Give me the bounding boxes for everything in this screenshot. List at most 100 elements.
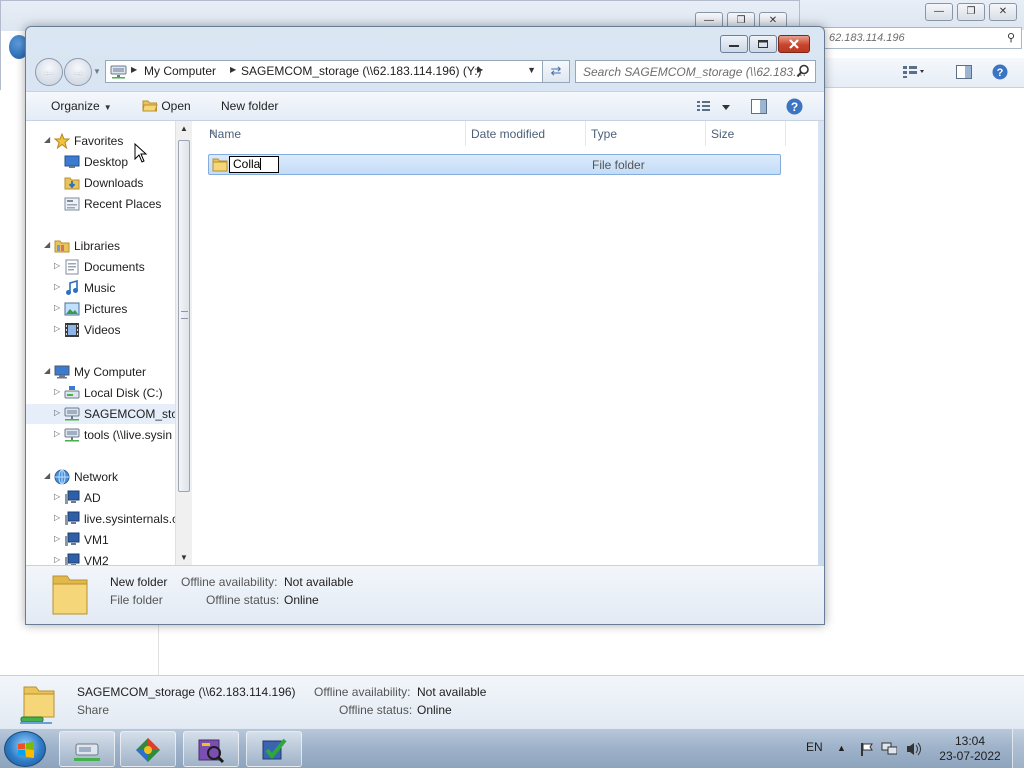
tree-item-vm1[interactable]: ▷ VM1 (26, 530, 176, 550)
show-hidden-icons-icon[interactable]: ▲ (837, 743, 853, 759)
expander-closed-icon[interactable]: ▷ (54, 261, 60, 270)
tree-item-network[interactable]: ◢ Network (26, 467, 176, 487)
background-maximize-button[interactable]: ❐ (957, 3, 985, 21)
tree-item-recent-places[interactable]: Recent Places (26, 194, 176, 214)
taskbar-explorer-button[interactable] (59, 731, 115, 767)
refresh-button[interactable]: ⇄ (543, 60, 570, 83)
taskbar-check-button[interactable] (246, 731, 302, 767)
svg-text:?: ? (997, 67, 1004, 79)
tree-item-documents[interactable]: ▷ Documents (26, 257, 176, 277)
open-button[interactable]: Open (142, 99, 191, 113)
scroll-down-icon[interactable]: ▼ (180, 553, 188, 562)
expander-closed-icon[interactable]: ▷ (54, 387, 60, 396)
network-status-icon[interactable] (881, 741, 897, 757)
maximize-button[interactable] (749, 35, 777, 53)
address-bar[interactable]: ▶ My Computer ▶ SAGEMCOM_storage (\\62.1… (105, 60, 543, 83)
table-row[interactable]: Colla File folder (208, 154, 781, 175)
views-icon[interactable] (696, 100, 734, 117)
expander-closed-icon[interactable]: ▷ (54, 303, 60, 312)
rename-text: Colla (233, 157, 261, 171)
expander-closed-icon[interactable]: ▷ (54, 492, 60, 501)
taskbar-tools-button[interactable] (183, 731, 239, 767)
tree-item-downloads[interactable]: Downloads (26, 173, 176, 193)
tree-item-favorites[interactable]: ◢ Favorites (26, 131, 176, 151)
background-minimize-button[interactable]: — (925, 3, 953, 21)
start-button[interactable] (4, 731, 46, 767)
preview-pane-icon[interactable] (751, 99, 767, 117)
breadcrumb-my-computer[interactable]: My Computer (144, 64, 216, 78)
tree-item-vm2[interactable]: ▷ VM2 (26, 551, 176, 565)
tree-item-ad[interactable]: ▷ AD (26, 488, 176, 508)
column-header-type[interactable]: Type (586, 121, 706, 146)
tree-item-sagemcom-storage[interactable]: ▷ SAGEMCOM_sto (26, 404, 178, 424)
help-icon[interactable]: ? (992, 64, 1008, 83)
expander-open-icon[interactable]: ◢ (44, 135, 50, 144)
system-clock[interactable]: 13:04 23-07-2022 (930, 734, 1010, 764)
chevron-down-icon: ▼ (103, 103, 112, 112)
tree-item-videos[interactable]: ▷ Videos (26, 320, 176, 340)
tree-item-tools[interactable]: ▷ tools (\\live.sysin (26, 425, 176, 445)
column-header-label: Type (591, 127, 618, 141)
background-address-bar[interactable]: 62.183.114.196 ⚲ (822, 27, 1022, 49)
language-indicator[interactable]: EN (806, 740, 823, 754)
tree-item-local-disk[interactable]: ▷ Local Disk (C:) (26, 383, 176, 403)
action-center-flag-icon[interactable] (858, 741, 874, 757)
expander-closed-icon[interactable]: ▷ (54, 324, 60, 333)
expander-open-icon[interactable]: ◢ (44, 471, 50, 480)
network-drive-icon (64, 428, 80, 442)
column-header-name[interactable]: Name ▲ (204, 121, 466, 146)
expander-closed-icon[interactable]: ▷ (54, 429, 60, 438)
tree-item-desktop[interactable]: Desktop (26, 152, 176, 172)
scrollbar-thumb[interactable] (178, 140, 190, 492)
network-share-icon (20, 686, 55, 724)
tree-label: Libraries (74, 239, 121, 253)
search-icon[interactable]: ⚲ (1007, 28, 1015, 48)
organize-button[interactable]: Organize ▼ (51, 99, 112, 113)
scroll-up-icon[interactable]: ▲ (180, 124, 188, 133)
nav-pane-scrollbar[interactable]: ▲ ▼ (175, 121, 192, 565)
column-header-date-modified[interactable]: Date modified (466, 121, 586, 146)
background-close-button[interactable]: ✕ (989, 3, 1017, 21)
expander-closed-icon[interactable]: ▷ (54, 408, 60, 417)
search-input[interactable]: Search SAGEMCOM_storage (\\62.183.... (575, 60, 816, 83)
search-icon[interactable] (796, 64, 810, 78)
minimize-button[interactable] (720, 35, 748, 53)
background-left-strip (0, 90, 26, 600)
breadcrumb-separator-icon[interactable]: ▶ (477, 65, 483, 74)
volume-icon[interactable] (905, 741, 921, 757)
expander-closed-icon[interactable]: ▷ (54, 282, 60, 291)
tree-item-my-computer[interactable]: ◢ My Computer (26, 362, 176, 382)
breadcrumb-separator-icon[interactable]: ▶ (131, 65, 137, 74)
offline-status-value: Online (417, 703, 452, 717)
file-list: Name ▲ Date modified Type Size Colla File… (192, 121, 818, 565)
expander-open-icon[interactable]: ◢ (44, 240, 50, 249)
tree-item-music[interactable]: ▷ Music (26, 278, 176, 298)
new-folder-button[interactable]: New folder (221, 99, 278, 113)
breadcrumb-separator-icon[interactable]: ▶ (230, 65, 236, 74)
network-drive-icon (110, 65, 127, 79)
windows-logo-icon (18, 742, 34, 758)
help-icon[interactable]: ? (786, 98, 803, 118)
views-icon[interactable] (902, 65, 924, 82)
recent-pages-chevron-icon[interactable]: ▼ (93, 67, 101, 76)
show-desktop-button[interactable] (1012, 729, 1024, 768)
tree-item-live-sysinternals[interactable]: ▷ live.sysinternals.c (26, 509, 178, 529)
expander-closed-icon[interactable]: ▷ (54, 555, 60, 564)
tree-label: Pictures (84, 302, 128, 316)
forward-button[interactable]: → (64, 58, 92, 86)
column-header-size[interactable]: Size (706, 121, 786, 146)
back-button[interactable]: ← (35, 58, 63, 86)
expander-open-icon[interactable]: ◢ (44, 366, 50, 375)
breadcrumb-sagemcom-storage[interactable]: SAGEMCOM_storage (\\62.183.114.196) (Y:) (241, 64, 482, 78)
preview-pane-icon[interactable] (956, 65, 972, 82)
tree-item-pictures[interactable]: ▷ Pictures (26, 299, 176, 319)
expander-closed-icon[interactable]: ▷ (54, 513, 60, 522)
tree-label: AD (84, 491, 101, 505)
svg-text:?: ? (791, 100, 798, 114)
expander-closed-icon[interactable]: ▷ (54, 534, 60, 543)
tree-item-libraries[interactable]: ◢ Libraries (26, 236, 176, 256)
rename-input[interactable]: Colla (229, 156, 279, 173)
taskbar-app-button[interactable] (120, 731, 176, 767)
address-dropdown-icon[interactable]: ▼ (527, 65, 536, 75)
close-button[interactable] (778, 35, 810, 53)
